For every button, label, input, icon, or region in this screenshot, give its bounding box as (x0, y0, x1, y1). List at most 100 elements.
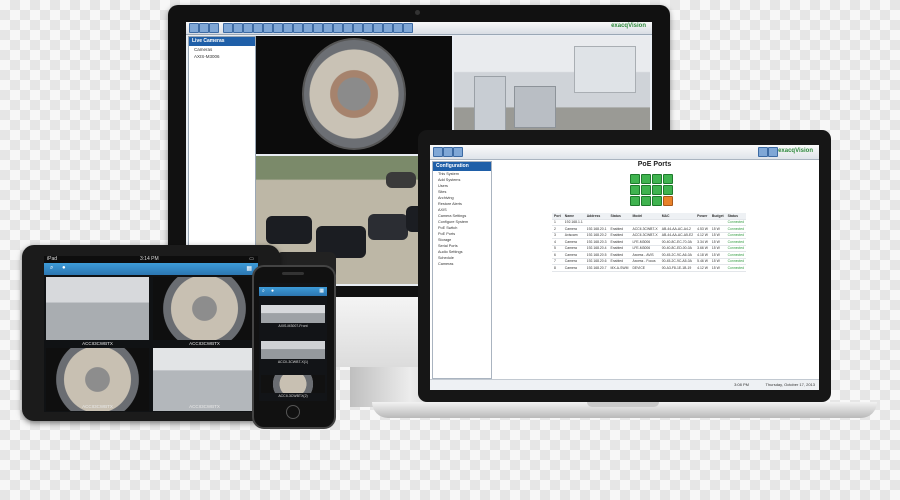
poe-port-icon[interactable] (652, 174, 662, 184)
grid-icon[interactable] (293, 23, 303, 33)
camera-caption: ACCII3CWBTX (82, 341, 113, 346)
table-cell: 4.12 W (695, 264, 710, 272)
poe-port-map (630, 174, 680, 206)
tree-item-camera[interactable]: AXIS-M3006 (189, 53, 255, 60)
battery-icon: ▭ (249, 256, 254, 262)
poe-port-icon[interactable] (663, 196, 673, 206)
poe-table: Port Name Address Status Model MAC Power Budget… (552, 213, 746, 272)
poe-port-icon[interactable] (641, 196, 651, 206)
grid-icon[interactable] (403, 23, 413, 33)
grid-icon[interactable] (273, 23, 283, 33)
grid-icon[interactable]: ▦ (319, 288, 324, 294)
home-button[interactable] (286, 405, 300, 419)
poe-port-icon[interactable] (663, 185, 673, 195)
table-cell: 00-A3-F8-1E-1B-19 (659, 264, 696, 272)
camera-caption: AXIS-M3007-Front (278, 324, 308, 328)
status-bar: 3:08 PM Thursday, October 17, 2013 (430, 379, 819, 390)
clock: 3:14 PM (140, 256, 159, 262)
grid-icon[interactable]: ▦ (246, 265, 252, 272)
status-time: 3:08 PM (734, 382, 749, 387)
tablet-screen: iPad 3:14 PM ▭ ⌕ ● ▦ ACCII3CWBTX ACCII3C… (44, 256, 258, 412)
grid-icon[interactable] (233, 23, 243, 33)
grid-icon[interactable] (283, 23, 293, 33)
camera-thumbnail[interactable] (261, 375, 325, 393)
grid-icon[interactable] (353, 23, 363, 33)
tablet-status-bar: iPad 3:14 PM ▭ (44, 256, 258, 263)
configuration-tree: Configuration This System Add Systems User… (432, 161, 492, 379)
table-cell: 192.168.20.7 (584, 264, 609, 272)
grid-icon[interactable] (323, 23, 333, 33)
laptop-notch (587, 402, 659, 407)
layout-icon[interactable] (768, 147, 778, 157)
search-icon[interactable]: ⌕ (50, 265, 53, 272)
grid-icon[interactable] (363, 23, 373, 33)
search-icon[interactable] (189, 23, 199, 33)
grid-icon[interactable] (253, 23, 263, 33)
table-cell: Camera (562, 264, 585, 272)
camera-thumbnail[interactable] (261, 305, 325, 323)
table-row[interactable]: 8 Camera 192.168.20.7 MX-A-SWM DEVICE 00-A3-F… (552, 264, 746, 272)
table-cell: 8 (552, 264, 563, 272)
camera-caption: ACCII3CWBTX (82, 404, 113, 409)
layout-icon[interactable] (223, 23, 233, 33)
poe-port-icon[interactable] (652, 185, 662, 195)
table-cell: 15 W (709, 264, 726, 272)
brand-logo: exacqVision (778, 148, 813, 154)
tree-item-cameras[interactable]: Cameras (189, 46, 255, 53)
page-title: PoE Ports (637, 161, 672, 168)
camera-icon[interactable] (199, 23, 209, 33)
settings-icon[interactable] (453, 147, 463, 157)
fisheye-image (302, 38, 406, 150)
search-icon[interactable]: ⌕ (262, 288, 265, 294)
camera-caption: ACCII-3CWBTX(2) (278, 394, 308, 398)
panel-title: Live Cameras (189, 37, 255, 46)
camera-caption: ACCII-3CWBT-X(1) (277, 360, 309, 364)
camera-icon[interactable]: ● (62, 265, 66, 271)
brand-logo: exacqVision (611, 23, 646, 29)
camera-caption: ACCII3CWBTX (189, 404, 220, 409)
camera-thumbnail[interactable] (261, 341, 325, 359)
laptop-toolbar: exacqVision (430, 145, 819, 160)
table-cell: DEVICE (630, 264, 660, 272)
carrier-label: iPad (47, 256, 58, 262)
poe-port-icon[interactable] (652, 196, 662, 206)
camera-tile[interactable] (153, 277, 256, 340)
poe-port-icon[interactable] (663, 174, 673, 184)
poe-port-icon[interactable] (630, 185, 640, 195)
grid-icon[interactable] (243, 23, 253, 33)
table-cell: Connected (725, 264, 746, 272)
grid-icon[interactable] (303, 23, 313, 33)
tree-list: This System Add Systems Users Sites Archivin… (433, 171, 491, 267)
tree-item[interactable]: Cameras (433, 261, 491, 267)
poe-port-icon[interactable] (630, 196, 640, 206)
tablet-toolbar: ⌕ ● ▦ (44, 263, 258, 275)
phone-screen: ⌕ ● ▦ AXIS-M3007-Front ACCII-3CWBT-X(1) … (259, 283, 327, 401)
grid-icon[interactable] (263, 23, 273, 33)
phone-toolbar: ⌕ ● ▦ (259, 287, 327, 296)
grid-icon[interactable] (373, 23, 383, 33)
poe-port-icon[interactable] (641, 174, 651, 184)
phone-speaker (282, 272, 304, 275)
grid-icon[interactable] (393, 23, 403, 33)
monitor-toolbar: exacqVision (186, 22, 652, 35)
camera-icon[interactable] (443, 147, 453, 157)
grid-icon[interactable] (343, 23, 353, 33)
grid-icon[interactable] (333, 23, 343, 33)
camera-tile[interactable] (46, 348, 149, 411)
camera-tile[interactable] (46, 277, 149, 340)
search-icon[interactable] (433, 147, 443, 157)
grid-icon[interactable] (383, 23, 393, 33)
poe-ports-panel: PoE Ports Port Name Address Status Model MAC P… (492, 161, 817, 377)
settings-icon[interactable] (209, 23, 219, 33)
camera-tile[interactable] (153, 348, 256, 411)
help-icon[interactable] (758, 147, 768, 157)
grid-icon[interactable] (313, 23, 323, 33)
table-cell: MX-A-SWM (608, 264, 631, 272)
poe-port-icon[interactable] (630, 174, 640, 184)
poe-table-wrapper: Port Name Address Status Model MAC Power Budget… (552, 213, 752, 272)
camera-icon[interactable]: ● (271, 288, 274, 294)
laptop-screen: exacqVision Configuration This System Add… (430, 145, 819, 390)
config-title: Configuration (433, 162, 491, 171)
monitor-webcam (415, 10, 420, 15)
poe-port-icon[interactable] (641, 185, 651, 195)
